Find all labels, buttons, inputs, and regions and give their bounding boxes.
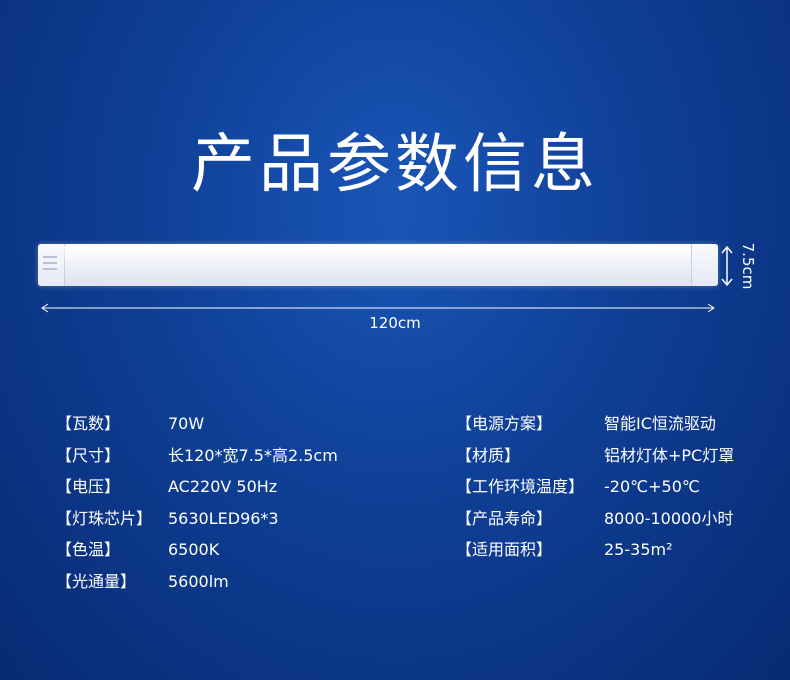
spec-label: 【工作环境温度】	[456, 477, 585, 496]
spec-label: 【尺寸】	[56, 445, 121, 465]
spec-label: 【瓦数】	[56, 414, 121, 433]
spec-value: 长120*宽7.5*高2.5cm	[168, 445, 338, 465]
spec-value: 8000-10000小时	[604, 508, 734, 528]
width-dimension-label: 120cm	[369, 314, 421, 332]
spec-label: 【材质】	[456, 445, 521, 465]
spec-value: AC220V 50Hz	[168, 477, 278, 496]
spec-value: 6500K	[168, 540, 220, 559]
height-dimension-label: 7.5cm	[739, 242, 757, 290]
spec-label: 【适用面积】	[456, 540, 553, 559]
spec-value: 25-35m²	[604, 540, 673, 559]
spec-label: 【色温】	[56, 540, 121, 559]
spec-label: 【电压】	[56, 477, 121, 496]
spec-label: 【光通量】	[56, 571, 137, 591]
spec-value: 70W	[168, 414, 205, 433]
spec-value: -20℃+50℃	[604, 477, 700, 496]
spec-value: 铝材灯体+PC灯罩	[604, 445, 735, 465]
spec-label: 【产品寿命】	[456, 508, 553, 528]
spec-value: 5600lm	[168, 571, 229, 591]
spec-value: 智能IC恒流驱动	[604, 414, 716, 433]
spec-label: 【电源方案】	[456, 414, 553, 433]
spec-label: 【灯珠芯片】	[56, 508, 153, 528]
spec-value: 5630LED96*3	[168, 508, 279, 528]
